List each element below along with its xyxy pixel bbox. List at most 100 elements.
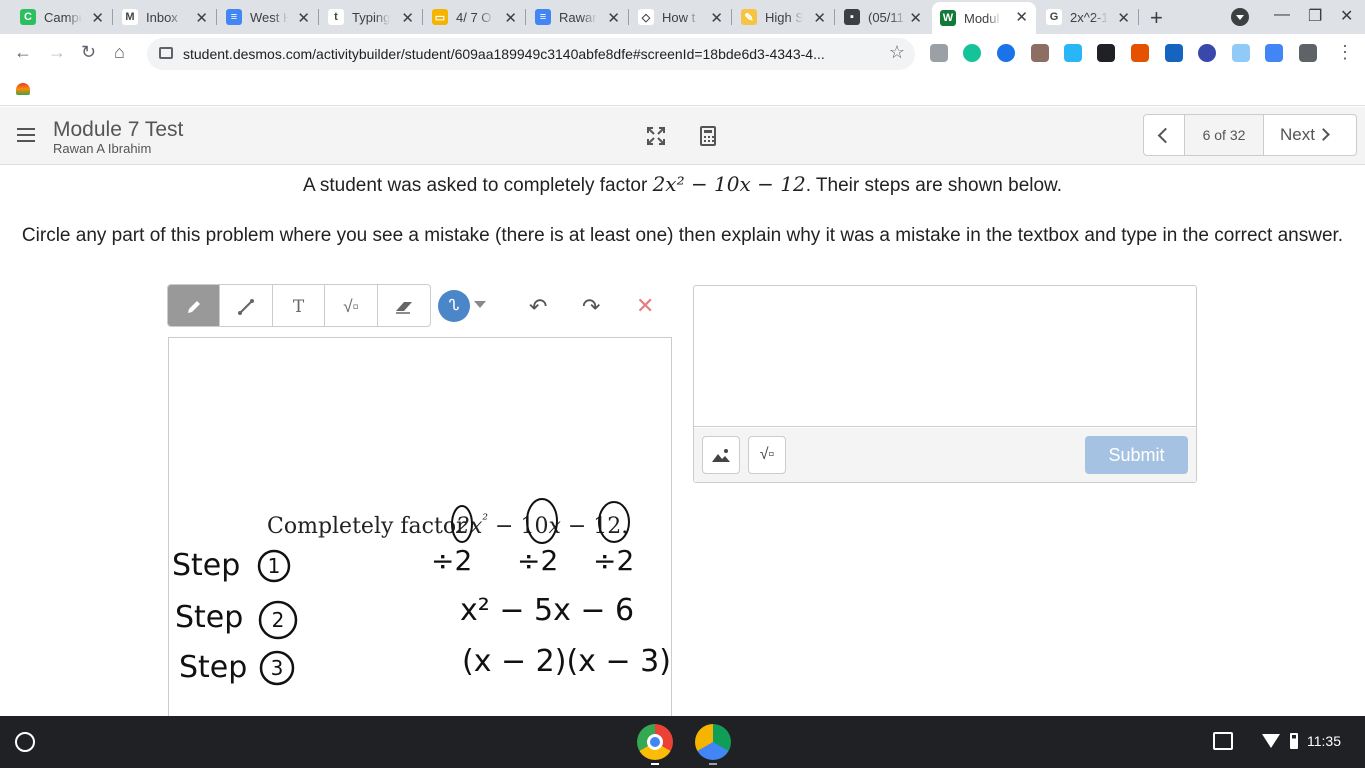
pencil-tool-icon[interactable] — [168, 285, 221, 326]
extension-icon[interactable] — [930, 44, 948, 62]
browser-tab[interactable]: ▭ 4/ 7 O ✕ — [424, 3, 526, 31]
submit-button[interactable]: Submit — [1085, 436, 1188, 474]
tab-close-icon[interactable]: ✕ — [504, 9, 517, 27]
chrome-icon[interactable] — [637, 724, 673, 760]
activity-title: Module 7 Test — [53, 118, 184, 141]
new-tab-button[interactable]: + — [1150, 5, 1163, 31]
svg-text:÷2: ÷2 — [517, 544, 558, 577]
battery-icon[interactable] — [1290, 733, 1298, 749]
tab-title: Campus — [44, 9, 82, 25]
tab-favicon-icon: G — [1046, 9, 1062, 25]
line-tool-icon[interactable] — [220, 285, 273, 326]
browser-tab[interactable]: ✎ High S ✕ — [733, 3, 835, 31]
tab-close-icon[interactable]: ✕ — [401, 9, 414, 27]
tab-separator — [216, 9, 217, 25]
extension-icon[interactable] — [1097, 44, 1115, 62]
grammarly-icon[interactable] — [963, 44, 981, 62]
sketch-canvas[interactable]: Completely factor 2x² − 10x − 12. ÷2 ÷2 … — [168, 337, 672, 717]
reload-icon[interactable]: ↻ — [81, 42, 96, 63]
browser-menu-icon[interactable]: ⋮ — [1336, 42, 1354, 63]
printed-title: Completely factor — [267, 514, 467, 539]
sketch-drawing: Completely factor 2x² − 10x − 12. ÷2 ÷2 … — [172, 498, 671, 686]
forward-icon[interactable]: → — [48, 42, 66, 63]
browser-tab[interactable]: ◇ How t ✕ — [630, 3, 732, 31]
color-picker-button[interactable]: ᔐ — [438, 290, 470, 322]
calculator-icon[interactable] — [700, 126, 716, 146]
tab-title: High S — [765, 9, 803, 25]
handwritten-step2: x² − 5x − 6 — [460, 593, 634, 628]
tab-title: Modul — [964, 10, 1000, 26]
tab-close-icon[interactable]: ✕ — [607, 9, 620, 27]
minimize-icon[interactable]: — — [1274, 6, 1290, 24]
close-window-icon[interactable]: ✕ — [1340, 6, 1353, 26]
extensions-puzzle-icon[interactable] — [1299, 44, 1317, 62]
megaphone-icon[interactable] — [1131, 44, 1149, 62]
bookmark-icon[interactable] — [16, 83, 30, 95]
tab-favicon-icon: ≡ — [226, 9, 242, 25]
browser-tab[interactable]: ▪ (05/11 ✕ — [836, 3, 930, 31]
extension-shield-icon[interactable] — [997, 44, 1015, 62]
screen-content: A student was asked to completely factor… — [0, 166, 1365, 717]
svg-text:Step: Step — [172, 548, 240, 583]
answer-textarea[interactable] — [694, 286, 1196, 427]
extension-icon[interactable] — [1232, 44, 1250, 62]
tab-separator — [112, 9, 113, 25]
back-icon[interactable]: ← — [14, 42, 32, 63]
extension-icon[interactable] — [1165, 44, 1183, 62]
previous-screen-button[interactable] — [1143, 114, 1185, 156]
tab-favicon-icon: ▭ — [432, 9, 448, 25]
svg-text:3: 3 — [271, 656, 284, 680]
browser-tab[interactable]: ≡ West H ✕ — [218, 3, 319, 31]
address-bar[interactable]: student.desmos.com/activitybuilder/stude… — [147, 38, 915, 70]
image-upload-icon[interactable] — [702, 436, 740, 474]
tab-close-icon[interactable]: ✕ — [710, 9, 723, 27]
tab-search-icon[interactable] — [1231, 8, 1249, 26]
bookmark-star-icon[interactable]: ☆ — [889, 42, 905, 63]
tab-close-icon[interactable]: ✕ — [813, 9, 826, 27]
clear-sketch-icon[interactable]: ✕ — [636, 293, 654, 319]
text-tool-icon[interactable]: T — [273, 285, 326, 326]
system-clock[interactable]: 11:35 — [1307, 733, 1341, 749]
fullscreen-icon[interactable] — [647, 127, 665, 145]
eraser-tool-icon[interactable] — [378, 285, 430, 326]
tab-favicon-icon: ✎ — [741, 9, 757, 25]
site-info-icon[interactable] — [159, 47, 173, 59]
extension-icon[interactable] — [1031, 44, 1049, 62]
browser-tab[interactable]: t Typing ✕ — [320, 3, 423, 31]
tab-favicon-icon: ◇ — [638, 9, 654, 25]
answer-input-box: √▫ Submit — [693, 285, 1197, 483]
math-input-icon[interactable]: √▫ — [748, 436, 786, 474]
url-text[interactable]: student.desmos.com/activitybuilder/stude… — [183, 46, 825, 62]
tab-close-icon[interactable]: ✕ — [297, 9, 310, 27]
browser-tab[interactable]: W Modul ✕ — [932, 2, 1036, 34]
tab-close-icon[interactable]: ✕ — [91, 9, 104, 27]
next-screen-button[interactable]: Next — [1263, 114, 1357, 156]
math-tool-icon[interactable]: √▫ — [325, 285, 378, 326]
holding-space-icon[interactable] — [1213, 732, 1233, 750]
browser-tab[interactable]: G 2x^2-1 ✕ — [1038, 3, 1139, 31]
drive-icon[interactable] — [695, 724, 731, 760]
browser-tab[interactable]: C Campus ✕ — [12, 3, 113, 31]
svg-text:1: 1 — [268, 554, 281, 578]
browser-tab[interactable]: ≡ Rawan ✕ — [527, 3, 629, 31]
extension-k-icon[interactable] — [1198, 44, 1216, 62]
student-name: Rawan A Ibrahim — [53, 141, 152, 156]
tab-close-icon[interactable]: ✕ — [195, 9, 208, 27]
browser-tab[interactable]: M Inbox ✕ — [114, 3, 217, 31]
chevron-down-icon[interactable] — [474, 301, 486, 308]
handwritten-step-numbers: 1 2 3 — [268, 554, 285, 680]
home-icon[interactable]: ⌂ — [114, 42, 125, 63]
tab-close-icon[interactable]: ✕ — [909, 9, 922, 27]
svg-text:÷2: ÷2 — [431, 544, 472, 577]
redo-icon[interactable]: ↷ — [582, 294, 600, 320]
undo-icon[interactable]: ↶ — [529, 294, 547, 320]
tab-close-icon[interactable]: ✕ — [1015, 8, 1028, 26]
wifi-icon[interactable] — [1262, 734, 1280, 748]
tab-close-icon[interactable]: ✕ — [1117, 9, 1130, 27]
menu-icon[interactable] — [17, 128, 35, 142]
restore-icon[interactable]: ❐ — [1308, 6, 1322, 26]
tab-separator — [731, 9, 732, 25]
translate-icon[interactable] — [1265, 44, 1283, 62]
launcher-icon[interactable] — [15, 732, 35, 752]
extension-icon[interactable] — [1064, 44, 1082, 62]
